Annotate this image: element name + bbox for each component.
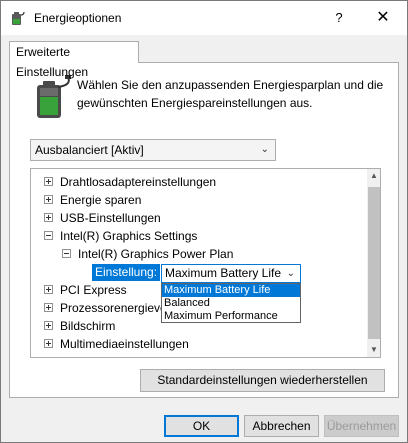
tree-item[interactable]: Bildschirm [44,317,115,335]
settings-tree[interactable]: Drahtlosadaptereinstellungen Energie spar… [30,168,381,358]
power-plan-select[interactable]: Ausbalanciert [Aktiv] ⌄ [30,139,276,161]
scroll-thumb[interactable] [368,187,380,339]
restore-defaults-button[interactable]: Standardeinstellungen wiederherstellen [140,369,385,392]
collapse-minus-icon[interactable] [44,231,53,241]
tree-item-label: Multimediaeinstellungen [60,337,189,351]
tree-item[interactable]: PCI Express [44,281,127,299]
setting-dropdown-list: Maximum Battery Life Balanced Maximum Perf… [161,283,301,323]
tree-item[interactable]: Intel(R) Graphics Settings [44,227,197,245]
tree-item[interactable]: Energie sparen [44,191,141,209]
tree-item-label: USB-Einstellungen [60,211,161,225]
power-plan-value: Ausbalanciert [Aktiv] [35,143,144,157]
tree-item-label: Energie sparen [60,193,142,207]
battery-plug-icon [12,11,25,25]
ok-button[interactable]: OK [164,415,239,437]
energy-options-window: Energieoptionen ? ✕ Erweiterte Einstellu… [0,0,408,443]
apply-button[interactable]: Übernehmen [324,415,399,437]
expand-plus-icon[interactable] [44,321,53,331]
collapse-minus-icon[interactable] [62,249,71,259]
setting-label: Einstellung: [92,264,161,281]
setting-select[interactable]: Maximum Battery Life ⌄ [161,264,301,283]
expand-plus-icon[interactable] [44,339,53,349]
tree-item[interactable]: Multimediaeinstellungen [44,335,189,353]
tree-item-label: Intel(R) Graphics Power Plan [78,247,234,261]
window-title: Energieoptionen [34,11,122,25]
expand-plus-icon[interactable] [44,195,53,205]
chevron-down-icon: ⌄ [260,144,269,155]
expand-plus-icon[interactable] [44,213,53,223]
setting-value: Maximum Battery Life [165,266,282,280]
tree-scrollbar[interactable]: ▲ ▼ [367,169,380,357]
tab-advanced-settings[interactable]: Erweiterte Einstellungen [9,41,139,79]
tree-item-label: PCI Express [60,283,127,297]
scroll-up-icon[interactable]: ▲ [367,169,380,183]
title-bar: Energieoptionen ? ✕ [1,1,407,35]
tree-item[interactable]: USB-Einstellungen [44,209,161,227]
expand-plus-icon[interactable] [44,177,53,187]
expand-plus-icon[interactable] [44,303,53,313]
cancel-button[interactable]: Abbrechen [244,415,319,437]
settings-panel: Wählen Sie den anzupassenden Energiespar… [9,62,399,398]
tree-item-label: Bildschirm [60,319,116,333]
scroll-down-icon[interactable]: ▼ [367,343,380,357]
intro-description: Wählen Sie den anzupassenden Energiespar… [77,78,384,110]
help-button[interactable]: ? [319,1,359,35]
tree-item[interactable]: Intel(R) Graphics Power Plan [62,245,233,263]
tree-item-label: Drahtlosadaptereinstellungen [60,175,217,189]
expand-plus-icon[interactable] [44,285,53,295]
chevron-down-icon: ⌄ [286,268,295,279]
close-button[interactable]: ✕ [359,1,407,35]
dropdown-option[interactable]: Balanced [162,297,300,310]
tree-item-label: Intel(R) Graphics Settings [60,229,198,243]
tree-item[interactable]: Drahtlosadaptereinstellungen [44,173,216,191]
dropdown-option[interactable]: Maximum Battery Life [162,284,300,297]
dropdown-option[interactable]: Maximum Performance [162,310,300,323]
